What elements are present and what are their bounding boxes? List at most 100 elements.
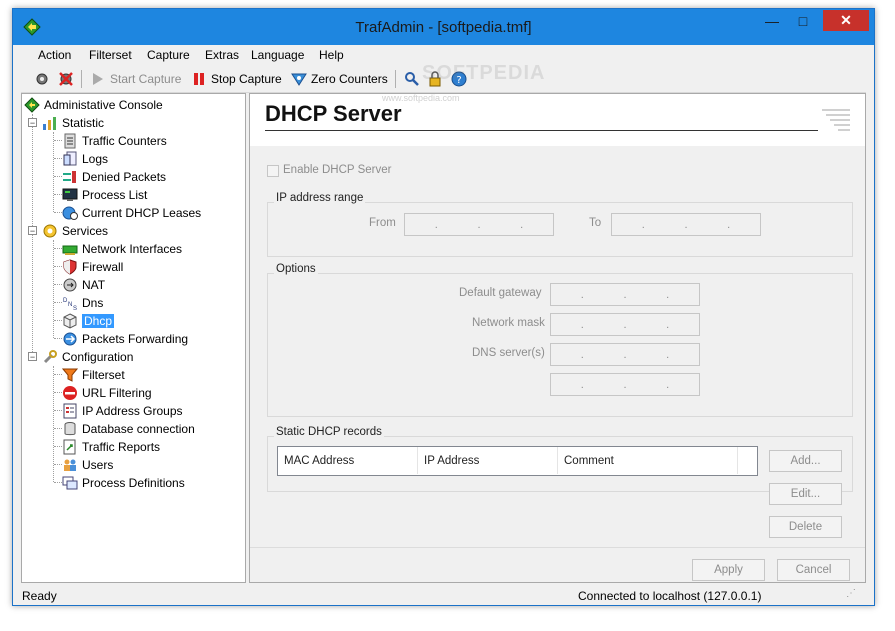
title-bar[interactable]: TrafAdmin - [softpedia.tmf] — □ ✕ — [13, 9, 874, 45]
settings-gear-button[interactable] — [33, 70, 51, 88]
navigation-tree: Administative Console − Statistic Traffi… — [21, 93, 246, 583]
static-records-list[interactable]: MAC Address IP Address Comment — [277, 446, 758, 476]
dns-server-2-input[interactable]: ... — [550, 373, 700, 396]
dhcp-cube-icon — [62, 312, 78, 329]
tree-item-process-list[interactable]: Process List — [62, 186, 147, 203]
cancel-button[interactable]: Cancel — [777, 559, 850, 581]
tree-item-dns[interactable]: DNS Dns — [62, 294, 103, 311]
bar-chart-icon — [42, 115, 58, 131]
tree-root-console[interactable]: Administative Console — [24, 96, 163, 113]
counter-icon — [62, 133, 78, 149]
column-ip-address[interactable]: IP Address — [418, 447, 558, 474]
footer-divider — [250, 547, 865, 548]
status-connection: Connected to localhost (127.0.0.1) — [578, 589, 762, 603]
disconnect-icon — [59, 72, 73, 86]
shield-icon — [62, 258, 78, 275]
console-icon — [24, 96, 40, 113]
column-comment[interactable]: Comment — [558, 447, 738, 474]
tree-statistic[interactable]: Statistic — [42, 114, 104, 131]
tree-item-users[interactable]: Users — [62, 456, 113, 473]
close-button[interactable]: ✕ — [823, 10, 869, 31]
tree-item-firewall[interactable]: Firewall — [62, 258, 123, 275]
tree-item-filterset[interactable]: Filterset — [62, 366, 125, 383]
default-gateway-input[interactable]: ... — [550, 283, 700, 306]
tree-root-label: Administative Console — [44, 97, 163, 112]
dns-servers-label: DNS server(s) — [472, 347, 545, 359]
collapse-services-toggle[interactable]: − — [28, 226, 37, 236]
menu-filterset[interactable]: Filterset — [89, 48, 132, 62]
tree-item-label: Filterset — [82, 367, 125, 382]
dns-server-1-input[interactable]: ... — [550, 343, 700, 366]
apply-button[interactable]: Apply — [692, 559, 765, 581]
stop-capture-button[interactable]: Stop Capture — [191, 70, 282, 88]
play-icon — [93, 73, 103, 85]
ip-range-to-input[interactable]: ... — [611, 213, 761, 236]
stop-capture-label: Stop Capture — [211, 72, 282, 86]
pause-icon — [194, 73, 204, 85]
edit-record-button[interactable]: Edit... — [769, 483, 842, 505]
tree-item-ip-address-groups[interactable]: IP Address Groups — [62, 402, 183, 419]
tree-services-label: Services — [62, 223, 109, 238]
add-record-button[interactable]: Add... — [769, 450, 842, 472]
collapse-configuration-toggle[interactable]: − — [28, 352, 37, 362]
page-title: DHCP Server — [265, 101, 402, 126]
zero-counters-button[interactable]: Zero Counters — [290, 70, 388, 88]
to-label: To — [589, 217, 602, 229]
tree-item-database-connection[interactable]: Database connection — [62, 420, 195, 437]
menu-extras[interactable]: Extras — [205, 48, 239, 62]
tree-item-label: Denied Packets — [82, 169, 167, 184]
tree-configuration[interactable]: Configuration — [42, 348, 133, 365]
maximize-button[interactable]: □ — [789, 10, 817, 32]
network-mask-label: Network mask — [472, 317, 545, 329]
tree-item-url-filtering[interactable]: URL Filtering — [62, 384, 152, 401]
tree-item-traffic-counters[interactable]: Traffic Counters — [62, 132, 167, 149]
tree-item-denied-packets[interactable]: Denied Packets — [62, 168, 166, 185]
tree-item-packets-forwarding[interactable]: Packets Forwarding — [62, 330, 188, 347]
svg-text:S: S — [73, 306, 77, 311]
menu-language[interactable]: Language — [251, 48, 304, 62]
denied-packets-icon — [62, 169, 78, 185]
tree-services[interactable]: Services — [42, 222, 108, 239]
tree-item-network-interfaces[interactable]: Network Interfaces — [62, 240, 182, 257]
tree-item-dhcp[interactable]: Dhcp — [62, 312, 115, 329]
ip-range-from-input[interactable]: ... — [404, 213, 554, 236]
forwarding-icon — [62, 331, 78, 347]
tree-item-label: Current DHCP Leases — [82, 205, 202, 220]
delete-record-button[interactable]: Delete — [769, 516, 842, 538]
tree-configuration-label: Configuration — [62, 349, 134, 364]
disconnect-button[interactable] — [57, 70, 75, 88]
monitor-icon — [62, 187, 78, 203]
window-title: TrafAdmin - [softpedia.tmf] — [355, 19, 532, 36]
tree-item-label: Process List — [82, 187, 148, 202]
resize-grip-icon[interactable]: ⋰ — [846, 588, 856, 599]
tree-item-label: IP Address Groups — [82, 403, 183, 418]
tree-item-process-definitions[interactable]: Process Definitions — [62, 474, 185, 491]
toolbar-separator — [395, 70, 396, 88]
menu-capture[interactable]: Capture — [147, 48, 190, 62]
start-capture-button[interactable]: Start Capture — [90, 70, 181, 88]
services-gear-icon — [42, 223, 58, 239]
minimize-button[interactable]: — — [758, 10, 786, 32]
network-mask-input[interactable]: ... — [550, 313, 700, 336]
tree-item-nat[interactable]: NAT — [62, 276, 105, 293]
menu-help[interactable]: Help — [319, 48, 344, 62]
dhcp-server-panel: DHCP Server Enable DHCP Server IP addres… — [249, 93, 866, 583]
search-tool-button[interactable] — [404, 70, 420, 88]
tree-item-label: Logs — [82, 151, 109, 166]
no-entry-icon — [62, 385, 78, 401]
funnel-icon — [62, 367, 78, 383]
collapse-statistic-toggle[interactable]: − — [28, 118, 37, 128]
enable-dhcp-checkbox[interactable] — [267, 165, 279, 177]
tree-item-traffic-reports[interactable]: Traffic Reports — [62, 438, 160, 455]
tree-item-logs[interactable]: Logs — [62, 150, 108, 167]
database-icon — [62, 421, 78, 437]
menu-action[interactable]: Action — [38, 48, 71, 62]
column-mac-address[interactable]: MAC Address — [278, 447, 418, 474]
tree-item-current-dhcp-leases[interactable]: Current DHCP Leases — [62, 204, 201, 221]
ip-range-group — [267, 202, 853, 257]
nat-icon — [62, 277, 78, 293]
start-capture-label: Start Capture — [110, 72, 182, 86]
tree-item-label: Packets Forwarding — [82, 331, 189, 346]
users-icon — [62, 457, 78, 473]
static-records-group-label: Static DHCP records — [274, 426, 384, 438]
